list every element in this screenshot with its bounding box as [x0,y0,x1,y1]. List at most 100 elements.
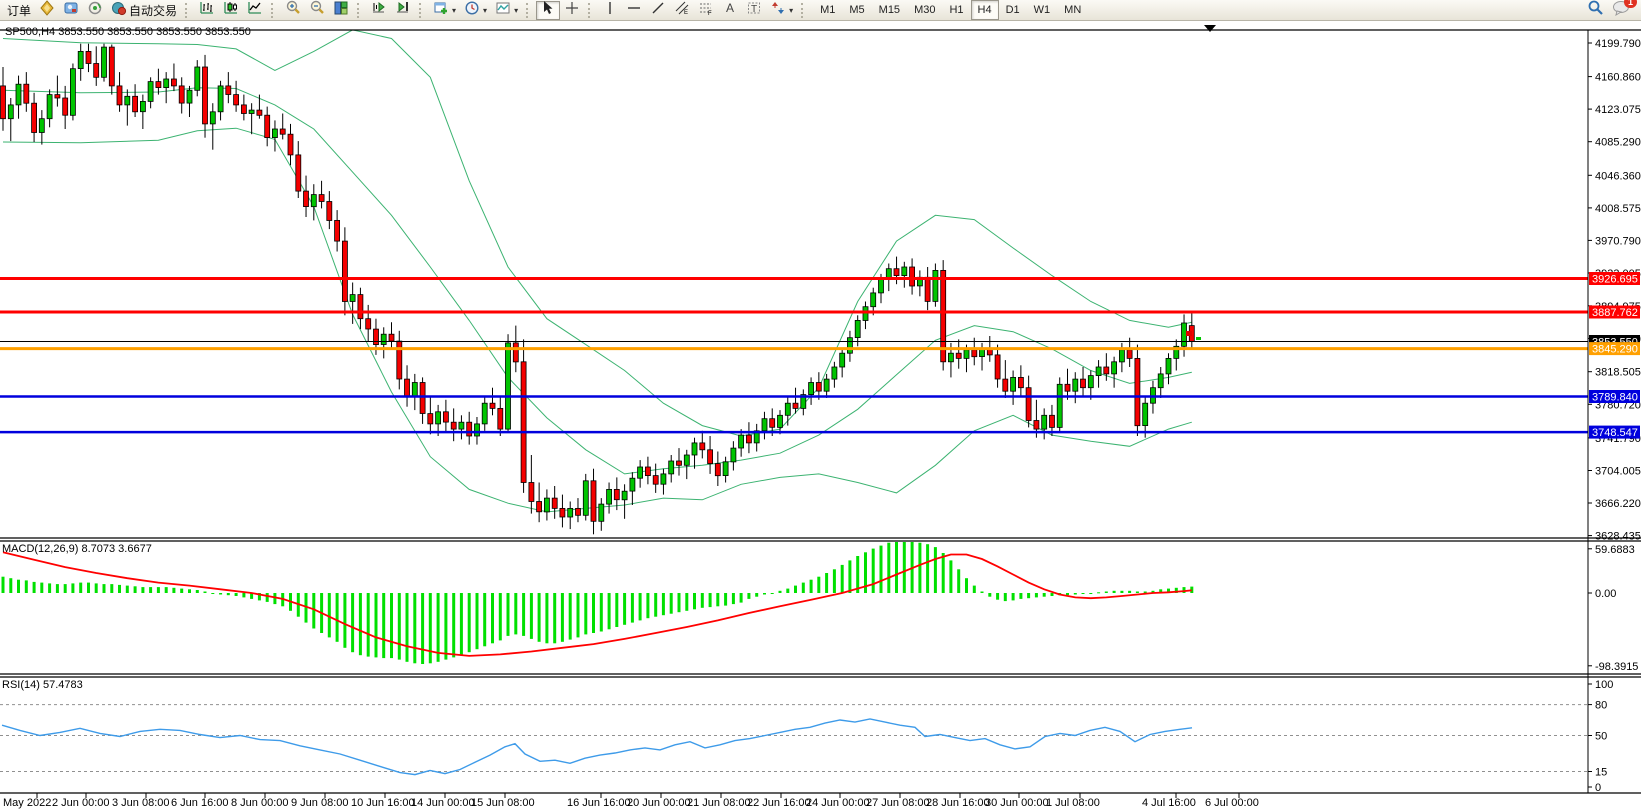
svg-text:1 Jul 08:00: 1 Jul 08:00 [1046,797,1100,809]
autotrading-button[interactable]: 自动交易 [107,1,181,20]
toolbar-separator [588,3,594,18]
svg-text:T: T [751,4,757,15]
candlestick-button[interactable] [219,1,243,20]
zoom-out-button[interactable] [305,1,329,20]
chart-shift-button[interactable] [391,1,415,20]
bar-chart-button[interactable] [195,1,219,20]
arrows-tool[interactable]: ▾ [766,1,797,20]
svg-text:9 Jun 08:00: 9 Jun 08:00 [291,797,349,809]
arrows-icon [770,0,786,21]
svg-text:27 Jun 08:00: 27 Jun 08:00 [866,797,930,809]
tile-windows-button[interactable] [329,1,353,20]
auto-scroll-icon [371,0,387,21]
toolbar-separator [526,3,532,18]
svg-text:3887.762: 3887.762 [1592,307,1638,319]
svg-text:6 Jun 16:00: 6 Jun 16:00 [171,797,229,809]
vertical-line-tool[interactable] [598,1,622,20]
trading-chart-canvas[interactable]: 4199.7904160.8604123.0754085.2904046.360… [0,0,1641,810]
profile-icon [63,0,79,21]
chart-symbol-header: SP500,H4 3853.550 3853.550 3853.550 3853… [5,26,251,38]
vertical-line-icon [602,0,618,21]
toolbar-separator [271,3,277,18]
clock-icon [464,0,480,21]
template-icon [495,0,511,21]
chat-badge: 1 [1624,0,1637,8]
trendline-icon [650,0,666,21]
svg-text:3666.220: 3666.220 [1595,498,1641,510]
chat-button[interactable]: 1 [1612,0,1630,21]
svg-text:24 Jun 00:00: 24 Jun 00:00 [806,797,870,809]
horizontal-line-tool[interactable] [622,1,646,20]
cursor-tool-button[interactable] [536,1,560,20]
rsi-indicator-label: RSI(14) 57.4783 [2,679,83,691]
new-order-button[interactable] [35,1,59,20]
autotrading-label: 自动交易 [129,2,177,19]
svg-text:3818.505: 3818.505 [1595,367,1641,379]
timeframe-mn[interactable]: MN [1057,0,1088,20]
seal-icon [39,0,55,21]
trendline-tool[interactable] [646,1,670,20]
search-icon[interactable] [1587,0,1604,21]
svg-text:15 Jun 08:00: 15 Jun 08:00 [471,797,535,809]
crosshair-icon [564,0,580,21]
profiles-button[interactable] [59,1,83,20]
svg-text:E: E [684,10,688,16]
svg-text:50: 50 [1595,731,1607,743]
new-chart-button[interactable]: ▾ [429,1,460,20]
svg-text:21 Jun 08:00: 21 Jun 08:00 [687,797,751,809]
zoom-in-button[interactable] [281,1,305,20]
svg-text:3748.547: 3748.547 [1592,427,1638,439]
timeframe-h4[interactable]: H4 [971,0,999,20]
svg-text:80: 80 [1595,700,1607,712]
svg-text:20 Jun 00:00: 20 Jun 00:00 [627,797,691,809]
chart-shift-icon [395,0,411,21]
svg-text:100: 100 [1595,679,1613,691]
signal-icon [87,0,103,21]
svg-text:3789.840: 3789.840 [1592,392,1638,404]
svg-text:59.6883: 59.6883 [1595,544,1635,556]
svg-text:6 Jul 00:00: 6 Jul 00:00 [1205,797,1259,809]
signals-button[interactable] [83,1,107,20]
timeframe-m30[interactable]: M30 [907,0,942,20]
buy-object-marker [1196,337,1201,340]
timeframe-d1[interactable]: D1 [999,0,1027,20]
svg-text:0: 0 [1595,782,1601,794]
toolbar-separator [419,3,425,18]
fibonacci-icon: F [698,0,714,21]
svg-text:3704.005: 3704.005 [1595,466,1641,478]
timeframe-m1[interactable]: M1 [813,0,842,20]
svg-text:30 Jun 00:00: 30 Jun 00:00 [985,797,1049,809]
timeframe-m5[interactable]: M5 [842,0,871,20]
text-icon: A [722,0,738,21]
timeframe-w1[interactable]: W1 [1027,0,1058,20]
orders-button-label: 订单 [7,2,31,19]
templates-button[interactable]: ▾ [491,1,522,20]
svg-text:15: 15 [1595,767,1607,779]
text-tool[interactable]: A [718,1,742,20]
svg-text:16 Jun 16:00: 16 Jun 16:00 [567,797,631,809]
main-toolbar: 订单 自动交易 ▾ ▾ [0,0,1641,21]
bar-chart-icon [199,0,215,21]
text-label-tool[interactable]: T [742,1,766,20]
auto-scroll-button[interactable] [367,1,391,20]
sell-object-marker [1186,331,1192,336]
periods-button[interactable]: ▾ [460,1,491,20]
timeframe-m15[interactable]: M15 [872,0,907,20]
svg-text:0.00: 0.00 [1595,588,1616,600]
toolbar-separator [185,3,191,18]
svg-text:4046.360: 4046.360 [1595,170,1641,182]
line-chart-icon [247,0,263,21]
svg-text:4008.575: 4008.575 [1595,203,1641,215]
svg-text:8 Jun 00:00: 8 Jun 00:00 [231,797,289,809]
svg-text:A: A [726,1,734,15]
svg-text:2 Jun 00:00: 2 Jun 00:00 [52,797,110,809]
equidistant-channel-tool[interactable]: E [670,1,694,20]
fibonacci-tool[interactable]: F [694,1,718,20]
toolbar-separator [801,3,807,18]
timeframe-h1[interactable]: H1 [942,0,970,20]
zoom-out-icon [309,0,325,21]
orders-button[interactable]: 订单 [3,1,35,20]
crosshair-tool-button[interactable] [560,1,584,20]
line-chart-button[interactable] [243,1,267,20]
chevron-down-icon: ▾ [789,6,793,15]
